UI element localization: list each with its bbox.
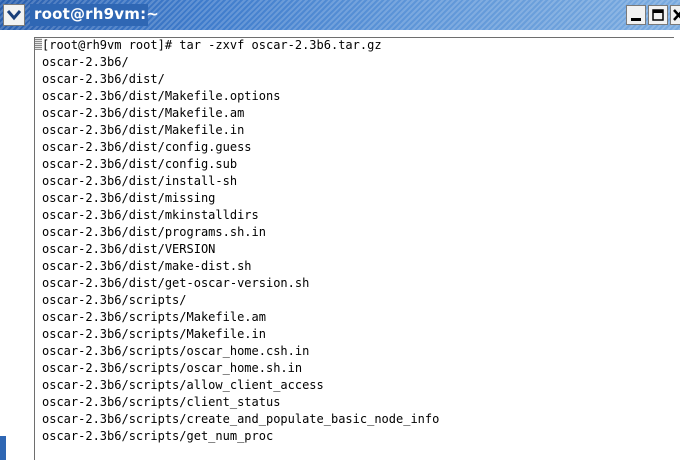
output-line: oscar-2.3b6/dist/missing: [42, 191, 216, 205]
output-line: oscar-2.3b6/dist/VERSION: [42, 242, 216, 256]
maximize-button[interactable]: [648, 5, 668, 25]
left-margin: [0, 30, 34, 460]
output-line: oscar-2.3b6/dist/install-sh: [42, 174, 238, 188]
output-line: oscar-2.3b6/dist/programs.sh.in: [42, 225, 266, 239]
minimize-icon: [631, 18, 641, 21]
output-line: oscar-2.3b6/scripts/create_and_populate_…: [42, 412, 440, 426]
left-accent-bar: [0, 436, 6, 460]
minimize-button[interactable]: [626, 5, 646, 25]
title-bar[interactable]: root@rh9vm:~: [0, 0, 680, 30]
output-line: oscar-2.3b6/dist/config.sub: [42, 157, 238, 171]
output-line: oscar-2.3b6/dist/config.guess: [42, 140, 252, 154]
maximize-icon: [652, 9, 664, 21]
output-line: oscar-2.3b6/scripts/get_num_proc: [42, 429, 274, 443]
command-line: [root@rh9vm root]# tar -zxvf oscar-2.3b6…: [42, 38, 382, 52]
output-line: oscar-2.3b6/scripts/client_status: [42, 395, 281, 409]
close-icon: [673, 9, 680, 21]
output-line: oscar-2.3b6/dist/Makefile.in: [42, 123, 245, 137]
output-line: oscar-2.3b6/scripts/oscar_home.sh.in: [42, 361, 303, 375]
output-line: oscar-2.3b6/scripts/Makefile.am: [42, 310, 266, 324]
output-line: oscar-2.3b6/dist/: [42, 72, 165, 86]
window-title: root@rh9vm:~: [34, 5, 160, 23]
output-line: oscar-2.3b6/scripts/oscar_home.csh.in: [42, 344, 310, 358]
output-line: oscar-2.3b6/dist/Makefile.options: [42, 89, 281, 103]
output-line: oscar-2.3b6/scripts/allow_client_access: [42, 378, 324, 392]
output-line: oscar-2.3b6/scripts/: [42, 293, 187, 307]
chevron-down-icon: [7, 10, 21, 21]
output-line: oscar-2.3b6/dist/Makefile.am: [42, 106, 245, 120]
scrollbar-grip[interactable]: [35, 38, 42, 50]
output-line: oscar-2.3b6/dist/mkinstalldirs: [42, 208, 259, 222]
output-line: oscar-2.3b6/: [42, 55, 129, 69]
terminal-window: root@rh9vm:~ [root@rh9vm root]# tar -zxv…: [0, 0, 680, 460]
window-menu-button[interactable]: [3, 4, 25, 26]
output-line: oscar-2.3b6/scripts/Makefile.in: [42, 327, 266, 341]
output-line: oscar-2.3b6/dist/make-dist.sh: [42, 259, 252, 273]
output-line: oscar-2.3b6/dist/get-oscar-version.sh: [42, 276, 310, 290]
close-button[interactable]: [670, 5, 680, 25]
terminal-output[interactable]: [root@rh9vm root]# tar -zxvf oscar-2.3b6…: [42, 37, 439, 445]
